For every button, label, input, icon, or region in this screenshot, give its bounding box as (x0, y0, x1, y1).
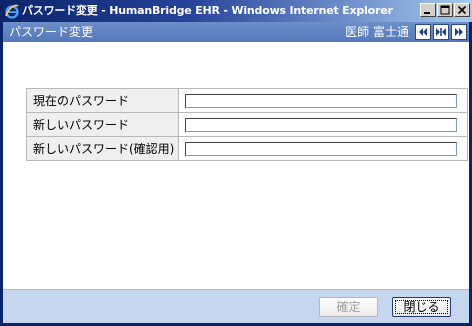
confirm-button[interactable]: 確定 (319, 297, 378, 317)
confirm-password-cell (178, 136, 468, 161)
user-name: 医師 富士通 (345, 25, 409, 39)
double-left-arrow-icon (419, 28, 427, 36)
current-password-label: 現在のパスワード (26, 88, 179, 113)
new-password-cell (178, 112, 468, 137)
next-button[interactable] (451, 24, 467, 40)
new-password-input[interactable] (185, 117, 457, 132)
window-controls (419, 3, 470, 17)
previous-button[interactable] (415, 24, 431, 40)
browser-window: パスワード変更 - HumanBridge EHR - Windows Inte… (0, 0, 472, 326)
table-row: 現在のパスワード (26, 88, 468, 113)
password-form: 現在のパスワード 新しいパスワード 新しいパスワード(確認用) (3, 64, 469, 289)
double-right-arrow-icon (455, 28, 463, 36)
page-title: パスワード変更 (9, 25, 94, 39)
toolbar-strip (3, 42, 469, 65)
current-password-cell (178, 88, 468, 113)
maximize-button[interactable] (437, 3, 453, 17)
confirm-password-label: 新しいパスワード(確認用) (26, 136, 179, 161)
close-icon (457, 5, 467, 15)
internet-explorer-icon (4, 3, 20, 19)
table-row: 新しいパスワード (26, 112, 468, 137)
current-password-input[interactable] (185, 93, 457, 108)
maximize-icon (440, 5, 450, 15)
confirm-password-input[interactable] (185, 141, 457, 156)
navigation-buttons (413, 24, 467, 40)
collapse-icon (436, 28, 446, 36)
password-table: 現在のパスワード 新しいパスワード 新しいパスワード(確認用) (26, 88, 468, 161)
minimize-button[interactable] (420, 3, 436, 17)
minimize-panel-button[interactable] (433, 24, 449, 40)
close-window-button[interactable] (454, 3, 470, 17)
new-password-label: 新しいパスワード (26, 112, 179, 137)
window-titlebar[interactable]: パスワード変更 - HumanBridge EHR - Windows Inte… (0, 0, 472, 22)
minimize-icon (424, 12, 430, 14)
window-title: パスワード変更 - HumanBridge EHR - Windows Inte… (22, 4, 393, 17)
footer-bar: 確定 閉じる (3, 289, 469, 323)
table-row: 新しいパスワード(確認用) (26, 136, 468, 161)
close-button[interactable]: 閉じる (392, 297, 451, 317)
app-header: パスワード変更 医師 富士通 (3, 22, 469, 42)
